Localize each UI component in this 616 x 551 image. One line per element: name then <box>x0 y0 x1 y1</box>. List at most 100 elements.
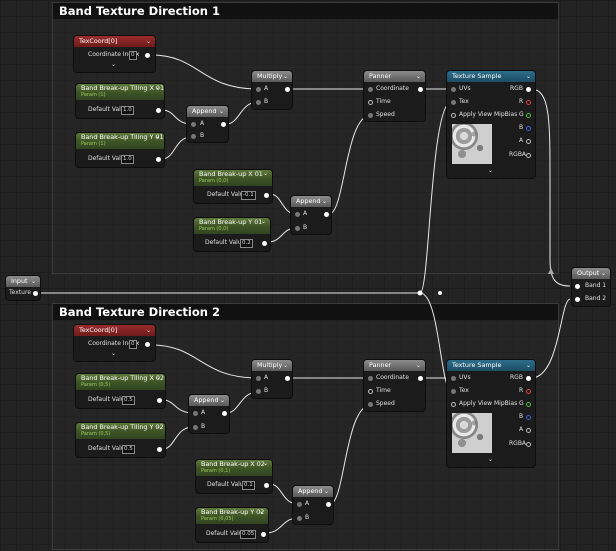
chevron-down-icon[interactable]: ⌄ <box>155 84 160 92</box>
input-pin-speed[interactable] <box>368 402 373 407</box>
input-pin-time[interactable] <box>368 389 373 394</box>
input-pin-b[interactable] <box>256 389 261 394</box>
output-pin-rgb[interactable] <box>526 376 531 381</box>
input-pin-mipbias[interactable] <box>451 113 456 118</box>
output-pin[interactable] <box>418 87 423 92</box>
append-node-4[interactable]: Append ⌄ A B <box>293 486 333 524</box>
output-pin[interactable] <box>264 483 269 488</box>
output-pin-g[interactable] <box>526 113 531 118</box>
texcoord-node-2[interactable]: TexCoord[0] ⌄ Coordinate Index 0 ⌄ <box>74 325 155 361</box>
output-pin-rgba[interactable] <box>526 153 531 158</box>
breakup-y-01-node[interactable]: Band Break-up Y 01 ⌄ Param (0,0) Default … <box>194 218 270 251</box>
default-value-field[interactable]: 0.5 <box>122 396 135 405</box>
default-value-field[interactable]: 1.0 <box>121 155 134 164</box>
input-pin-band-1[interactable] <box>575 284 580 289</box>
expand-chevron-icon[interactable]: ⌄ <box>111 61 116 68</box>
output-pin[interactable] <box>264 193 269 198</box>
chevron-down-icon[interactable]: ⌄ <box>283 71 288 82</box>
tiling-y-01-node[interactable]: Band Break-up Tiling Y 01 ⌄ Param (1) Def… <box>76 133 164 167</box>
input-node[interactable]: Input ⌄ Texture <box>6 276 40 300</box>
default-value-field[interactable]: 0.1 <box>242 481 255 490</box>
input-pin-b[interactable] <box>297 516 302 521</box>
input-pin-coordinate[interactable] <box>368 376 373 381</box>
input-pin-b[interactable] <box>193 425 198 430</box>
chevron-down-icon[interactable]: ⌄ <box>31 276 36 287</box>
chevron-down-icon[interactable]: ⌄ <box>324 486 329 497</box>
chevron-down-icon[interactable]: ⌄ <box>146 36 151 47</box>
chevron-down-icon[interactable]: ⌄ <box>220 395 225 406</box>
output-pin[interactable] <box>156 157 161 162</box>
panner-node-1[interactable]: Panner ⌄ Coordinate Time Speed <box>364 71 425 121</box>
input-pin-band-2[interactable] <box>575 297 580 302</box>
chevron-down-icon[interactable]: ⌄ <box>601 268 606 279</box>
input-pin-coordinate[interactable] <box>368 87 373 92</box>
input-pin-speed[interactable] <box>368 113 373 118</box>
output-pin[interactable] <box>324 212 329 217</box>
input-pin-uvs[interactable] <box>451 87 456 92</box>
default-value-field[interactable]: 0.05 <box>240 530 257 539</box>
append-node-3[interactable]: Append ⌄ A B <box>189 395 229 433</box>
chevron-down-icon[interactable]: ⌄ <box>156 374 161 382</box>
input-pin-a[interactable] <box>295 212 300 217</box>
breakup-x-01-node[interactable]: Band Break-up X 01 ⌄ Param (0,0) Default … <box>194 170 272 203</box>
output-pin[interactable] <box>261 532 266 537</box>
output-pin-g[interactable] <box>526 402 531 407</box>
input-pin-uvs[interactable] <box>451 376 456 381</box>
breakup-y-02-node[interactable]: Band Break-up Y 02 ⌄ Param (0,05) Default… <box>196 508 268 542</box>
texture-sample-node-2[interactable]: Texture Sample ⌄ UVs RGB Tex R Apply View M… <box>447 360 535 467</box>
input-pin-a[interactable] <box>297 502 302 507</box>
output-pin[interactable] <box>222 411 227 416</box>
output-pin-texture[interactable] <box>33 291 38 296</box>
input-pin-a[interactable] <box>193 411 198 416</box>
multiply-node-1[interactable]: Multiply ⌄ A B <box>252 71 292 109</box>
breakup-x-02-node[interactable]: Band Break-up X 02 ⌄ Param (0,1) Default … <box>196 460 272 493</box>
default-value-field[interactable]: 0.5 <box>122 445 135 454</box>
output-pin-r[interactable] <box>526 389 531 394</box>
output-pin[interactable] <box>156 108 161 113</box>
output-pin[interactable] <box>145 342 150 347</box>
texcoord-node[interactable]: TexCoord[0] ⌄ Coordinate Index 0 ⌄ <box>74 36 155 72</box>
output-pin[interactable] <box>262 241 267 246</box>
output-pin[interactable] <box>157 398 162 403</box>
chevron-down-icon[interactable]: ⌄ <box>219 106 224 117</box>
chevron-down-icon[interactable]: ⌄ <box>146 325 151 336</box>
input-pin-tex[interactable] <box>451 389 456 394</box>
output-pin[interactable] <box>285 87 290 92</box>
panner-node-2[interactable]: Panner ⌄ Coordinate Time Speed <box>364 360 425 411</box>
output-pin-a[interactable] <box>526 428 531 433</box>
output-node[interactable]: Output ⌄ Band 1 Band 2 <box>572 268 610 306</box>
input-pin-b[interactable] <box>256 100 261 105</box>
coordinate-index-field[interactable]: 0 <box>129 51 137 60</box>
default-value-field[interactable]: 1.0 <box>121 106 134 115</box>
chevron-down-icon[interactable]: ⌄ <box>416 71 421 82</box>
output-pin[interactable] <box>418 376 423 381</box>
append-node-2[interactable]: Append ⌄ A B <box>291 196 331 234</box>
chevron-down-icon[interactable]: ⌄ <box>261 218 266 226</box>
expand-chevron-icon[interactable]: ⌄ <box>488 456 493 463</box>
chevron-down-icon[interactable]: ⌄ <box>526 360 531 371</box>
input-pin-tex[interactable] <box>451 100 456 105</box>
chevron-down-icon[interactable]: ⌄ <box>416 360 421 371</box>
expand-chevron-icon[interactable]: ⌄ <box>111 350 116 357</box>
chevron-down-icon[interactable]: ⌄ <box>259 508 264 516</box>
output-pin-b[interactable] <box>526 415 531 420</box>
default-value-field[interactable]: 0.2 <box>240 239 253 248</box>
coordinate-index-field[interactable]: 0 <box>129 340 137 349</box>
append-node-1[interactable]: Append ⌄ A B <box>187 106 228 142</box>
expand-chevron-icon[interactable]: ⌄ <box>488 167 493 174</box>
chevron-down-icon[interactable]: ⌄ <box>322 196 327 207</box>
output-pin[interactable] <box>221 122 226 127</box>
multiply-node-2[interactable]: Multiply ⌄ A B <box>252 360 292 398</box>
input-pin-b[interactable] <box>295 226 300 231</box>
tiling-x-01-node[interactable]: Band Break-up Tiling X 01 ⌄ Param (1) Def… <box>76 84 164 118</box>
input-pin-a[interactable] <box>256 376 261 381</box>
output-pin[interactable] <box>157 447 162 452</box>
output-pin[interactable] <box>285 376 290 381</box>
output-pin-r[interactable] <box>526 100 531 105</box>
output-pin[interactable] <box>145 53 150 58</box>
chevron-down-icon[interactable]: ⌄ <box>263 460 268 468</box>
output-pin-rgba[interactable] <box>526 442 531 447</box>
output-pin[interactable] <box>326 502 331 507</box>
chevron-down-icon[interactable]: ⌄ <box>155 133 160 141</box>
chevron-down-icon[interactable]: ⌄ <box>156 423 161 431</box>
